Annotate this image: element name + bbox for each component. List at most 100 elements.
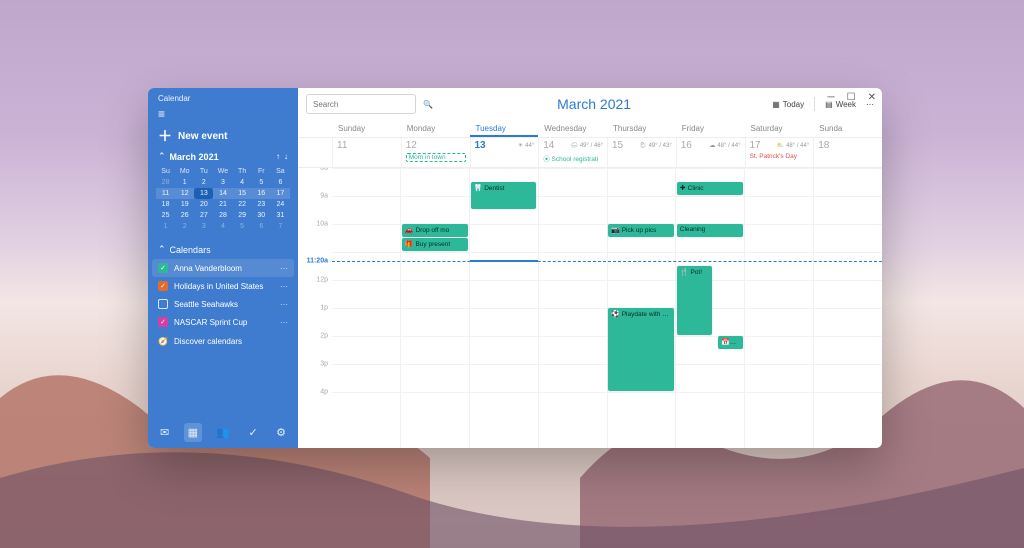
mini-cal-day[interactable]: 27	[194, 210, 213, 221]
grid-day-column[interactable]	[744, 168, 813, 448]
grid-day-column[interactable]	[400, 168, 469, 448]
mini-cal-day[interactable]: 13	[194, 188, 213, 199]
day-header[interactable]: Sunday	[332, 120, 401, 137]
mini-cal-day[interactable]: 1	[156, 221, 175, 232]
mini-cal-day[interactable]: 3	[194, 221, 213, 232]
calendar-checkbox[interactable]	[158, 299, 168, 309]
mini-cal-day[interactable]: 28	[213, 210, 232, 221]
mini-cal-day[interactable]: 29	[233, 210, 252, 221]
discover-calendars-button[interactable]: 🧭 Discover calendars	[148, 331, 298, 352]
mini-cal-day[interactable]: 16	[252, 188, 271, 199]
mini-cal-day[interactable]: 4	[213, 221, 232, 232]
today-button[interactable]: ▦ Today	[772, 100, 804, 109]
window-minimize-button[interactable]: ─	[828, 92, 835, 103]
mini-cal-day[interactable]: 18	[156, 199, 175, 210]
calendar-more-icon[interactable]: ⋯	[280, 300, 288, 309]
mini-cal-day[interactable]: 30	[252, 210, 271, 221]
allday-cell[interactable]: 18	[813, 138, 882, 167]
mini-cal-day[interactable]: 17	[271, 188, 290, 199]
mini-cal-day[interactable]: 19	[175, 199, 194, 210]
mini-cal-day[interactable]: 3	[213, 177, 232, 188]
calendar-more-icon[interactable]: ⋯	[280, 282, 288, 291]
calendar-more-icon[interactable]: ⋯	[280, 318, 288, 327]
mini-cal-day[interactable]: 25	[156, 210, 175, 221]
prev-month-button[interactable]: ↑	[276, 152, 280, 161]
calendar-event[interactable]: 📷Pick up pics	[608, 224, 674, 237]
calendar-event[interactable]: 🚗Drop off mo	[402, 224, 468, 237]
allday-cell[interactable]: 15🌦49° / 43°	[607, 138, 676, 167]
mini-cal-day[interactable]: 14	[213, 188, 232, 199]
todo-icon[interactable]: ✓	[245, 423, 262, 442]
calendar-event[interactable]: Cleaning	[677, 224, 743, 237]
allday-cell[interactable]: 12Mom in town	[401, 138, 470, 167]
calendar-list-item[interactable]: ✓Anna Vanderbloom⋯	[152, 259, 294, 277]
allday-cell[interactable]: 16☁48° / 44°	[676, 138, 745, 167]
mini-cal-day[interactable]: 11	[156, 188, 175, 199]
calendar-more-icon[interactable]: ⋯	[280, 264, 288, 273]
mini-cal-day[interactable]: 2	[194, 177, 213, 188]
calendar-list-item[interactable]: ✓Holidays in United States⋯	[152, 277, 294, 295]
allday-event[interactable]: ⦿ School registrati	[543, 153, 603, 163]
day-header[interactable]: Monday	[401, 120, 470, 137]
allday-event[interactable]: Mom in town	[406, 153, 466, 162]
mini-cal-day[interactable]: 6	[252, 221, 271, 232]
window-maximize-button[interactable]: ☐	[847, 92, 856, 103]
next-month-button[interactable]: ↓	[284, 152, 288, 161]
search-input[interactable]	[313, 100, 423, 109]
grid-day-column[interactable]	[538, 168, 607, 448]
calendar-checkbox[interactable]: ✓	[158, 317, 168, 327]
mini-cal-day[interactable]: 2	[175, 221, 194, 232]
mini-cal-day[interactable]: 12	[175, 188, 194, 199]
mini-cal-day[interactable]: 7	[271, 221, 290, 232]
calendar-checkbox[interactable]: ✓	[158, 263, 168, 273]
allday-cell[interactable]: 13☀44°	[470, 138, 539, 167]
mini-cal-day[interactable]: 4	[233, 177, 252, 188]
day-header[interactable]: Wednesday	[538, 120, 607, 137]
mini-cal-day[interactable]: 5	[233, 221, 252, 232]
day-header[interactable]: Friday	[676, 120, 745, 137]
mini-cal-day[interactable]: 31	[271, 210, 290, 221]
search-box[interactable]: 🔍	[306, 94, 416, 114]
mini-cal-day[interactable]: 24	[271, 199, 290, 210]
mini-cal-day[interactable]: 15	[233, 188, 252, 199]
day-header[interactable]: Tuesday	[470, 120, 539, 137]
mini-cal-day[interactable]: 28	[156, 177, 175, 188]
mini-cal-day[interactable]: 22	[233, 199, 252, 210]
calendar-event[interactable]: 🦷Dentist	[471, 182, 537, 209]
calendars-section-toggle[interactable]: ⌃ Calendars	[148, 240, 298, 259]
allday-cell[interactable]: 14🌧49° / 46°⦿ School registrati	[538, 138, 607, 167]
mini-cal-day[interactable]: 23	[252, 199, 271, 210]
mail-icon[interactable]: ✉	[156, 423, 173, 442]
allday-cell[interactable]: 11	[332, 138, 401, 167]
calendar-checkbox[interactable]: ✓	[158, 281, 168, 291]
day-header[interactable]: Sunda	[813, 120, 882, 137]
calendar-list-item[interactable]: ✓NASCAR Sprint Cup⋯	[152, 313, 294, 331]
time-grid[interactable]: 8a9a10a11:20a12p1p2p3p4p 🚗Drop off mo🎁Bu…	[298, 168, 882, 448]
calendar-event[interactable]: 🎁Buy present	[402, 238, 468, 251]
day-header[interactable]: Thursday	[607, 120, 676, 137]
calendar-event[interactable]: 🍴Pot!	[677, 266, 712, 335]
calendar-nav-icon[interactable]: ▦	[184, 423, 202, 442]
grid-day-column[interactable]	[469, 168, 538, 448]
hamburger-icon[interactable]: ≡	[148, 107, 298, 127]
allday-cell[interactable]: 17⛅48° / 44°St. Patrick's Day	[745, 138, 814, 167]
window-close-button[interactable]: ✕	[868, 92, 876, 103]
day-header[interactable]: Saturday	[745, 120, 814, 137]
new-event-button[interactable]: ＋ New event	[158, 129, 288, 143]
month-collapse-icon[interactable]: ⌃	[158, 151, 166, 162]
grid-day-column[interactable]	[332, 168, 400, 448]
mini-cal-day[interactable]: 26	[175, 210, 194, 221]
mini-cal-day[interactable]: 20	[194, 199, 213, 210]
calendar-event[interactable]: ✚Clinic	[677, 182, 743, 195]
mini-cal-day[interactable]: 5	[252, 177, 271, 188]
calendar-event[interactable]: 📅Mar	[718, 336, 743, 349]
people-icon[interactable]: 👥	[212, 423, 234, 442]
grid-day-column[interactable]	[813, 168, 882, 448]
mini-cal-day[interactable]: 21	[213, 199, 232, 210]
mini-cal-day[interactable]: 6	[271, 177, 290, 188]
calendar-list-item[interactable]: Seattle Seahawks⋯	[152, 295, 294, 313]
mini-cal-day[interactable]: 1	[175, 177, 194, 188]
allday-event[interactable]: St. Patrick's Day	[750, 153, 810, 160]
calendar-event[interactable]: ⚽Playdate with Brandon	[608, 308, 674, 391]
settings-icon[interactable]: ⚙	[272, 423, 290, 442]
